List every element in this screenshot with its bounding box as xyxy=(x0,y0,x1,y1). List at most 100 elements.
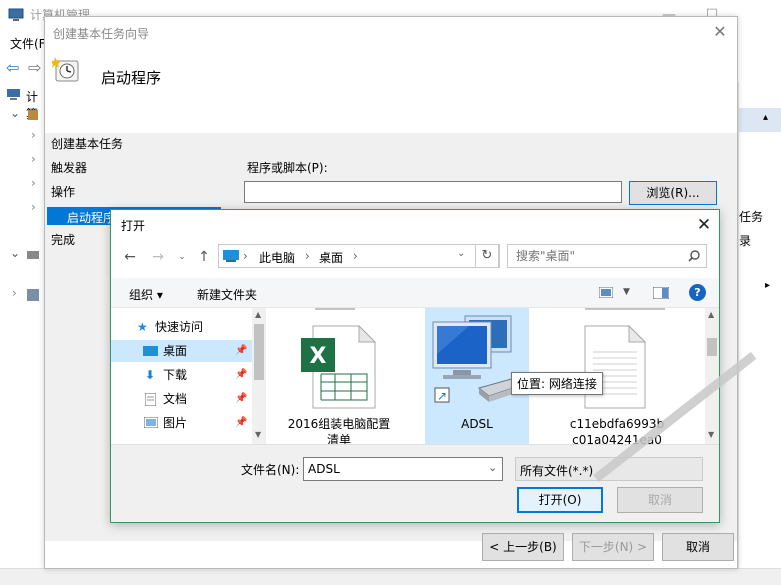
file-item-excel[interactable]: X 2016组装电脑配置清单 xyxy=(287,308,391,444)
chevron-down-icon[interactable]: ⌄ xyxy=(10,106,20,120)
wizard-step-create[interactable]: 创建基本任务 xyxy=(51,135,123,152)
desktop-icon xyxy=(143,346,158,356)
close-icon[interactable]: ✕ xyxy=(707,21,733,43)
address-dropdown-icon[interactable]: ⌄ xyxy=(457,248,465,259)
bg-action-item[interactable]: 任务 xyxy=(739,208,763,225)
wizard-step-action[interactable]: 操作 xyxy=(51,183,75,200)
wizard-page-title: 启动程序 xyxy=(101,69,162,87)
services-icon xyxy=(27,289,39,301)
organize-button[interactable]: 组织 ▾ xyxy=(129,286,163,303)
document-icon xyxy=(145,393,156,406)
nav-desktop[interactable]: 桌面 📌 xyxy=(111,340,252,362)
bg-actions-pane: 任务 录 ▸ xyxy=(738,82,781,585)
search-box[interactable] xyxy=(507,244,707,268)
navigation-pane: ★ 快速访问 桌面 📌 ⬇ 下载 📌 文档 📌 图片 📌 xyxy=(111,308,266,444)
back-arrow-icon[interactable]: ← xyxy=(121,248,139,266)
nav-item-label: 文档 xyxy=(163,392,188,406)
dialog-cancel-button[interactable]: 取消 xyxy=(617,487,703,513)
back-arrow-icon[interactable]: ⇦ xyxy=(6,58,19,77)
pin-icon[interactable]: 📌 xyxy=(235,388,247,410)
chevron-right-icon[interactable]: › xyxy=(12,286,17,300)
computer-management-icon xyxy=(8,8,24,21)
wizard-title-bar: 创建基本任务向导 ✕ xyxy=(45,17,737,47)
file-list: X 2016组装电脑配置清单 ↗ ADSL c11ebdfa6993bc01a0… xyxy=(267,308,719,444)
chevron-right-icon[interactable]: › xyxy=(31,152,36,166)
browse-button[interactable]: 浏览(R)... xyxy=(629,181,717,205)
nav-downloads[interactable]: ⬇ 下载 📌 xyxy=(111,364,252,386)
chevron-down-icon[interactable]: ⌄ xyxy=(488,461,497,474)
svg-text:↗: ↗ xyxy=(437,389,447,403)
chevron-right-icon[interactable]: › xyxy=(31,200,36,214)
nav-item-label: 快速访问 xyxy=(155,320,204,334)
cancel-button[interactable]: 取消 xyxy=(662,533,734,561)
scroll-up-icon[interactable]: ▲ xyxy=(708,310,714,319)
address-bar[interactable]: › 此电脑 › 桌面 › ⌄ xyxy=(218,244,500,268)
help-icon[interactable]: ? xyxy=(689,284,706,301)
wizard-step-finish[interactable]: 完成 xyxy=(51,231,75,248)
chevron-down-icon[interactable]: ⌄ xyxy=(10,246,20,260)
new-folder-button[interactable]: 新建文件夹 xyxy=(197,286,257,303)
bg-statusbar xyxy=(0,568,781,585)
search-input[interactable] xyxy=(514,247,674,265)
svg-text:X: X xyxy=(310,344,327,369)
nav-item-label: 图片 xyxy=(163,416,188,430)
program-script-input[interactable] xyxy=(244,181,622,203)
filename-value[interactable]: ADSL xyxy=(308,462,340,476)
scroll-thumb[interactable] xyxy=(254,324,264,380)
file-name: ADSL xyxy=(461,417,493,431)
nav-item-label: 桌面 xyxy=(163,344,188,358)
scroll-up-icon[interactable]: ▲ xyxy=(255,310,261,319)
preview-pane-icon[interactable] xyxy=(653,287,669,299)
change-view-icon[interactable] xyxy=(599,287,613,298)
nav-quick-access[interactable]: ★ 快速访问 xyxy=(111,316,252,338)
next-button[interactable]: 下一步(N) > xyxy=(572,533,654,561)
open-file-dialog: 打开 ✕ ← → ⌄ ↑ › 此电脑 › 桌面 › ⌄ ↻ 组织 ▾ 新建文件夹… xyxy=(110,209,720,523)
tools-icon xyxy=(28,110,38,120)
menu-file[interactable]: 文件(F xyxy=(10,35,46,52)
star-icon: ★ xyxy=(137,320,148,334)
recent-locations-icon[interactable]: ⌄ xyxy=(173,248,191,266)
wizard-step-label: 启动程序 xyxy=(67,211,116,225)
pin-icon[interactable]: 📌 xyxy=(235,340,247,362)
breadcrumb-separator: › xyxy=(353,249,358,263)
nav-documents[interactable]: 文档 📌 xyxy=(111,388,252,410)
file-type-value: 所有文件(*.*) xyxy=(520,464,594,478)
chevron-right-icon[interactable]: › xyxy=(31,128,36,142)
excel-file-icon: X xyxy=(301,324,377,409)
scheduled-task-icon xyxy=(52,57,79,82)
open-button[interactable]: 打开(O) xyxy=(517,487,603,513)
search-icon[interactable] xyxy=(688,250,700,262)
nav-pictures[interactable]: 图片 📌 xyxy=(111,412,252,434)
pc-icon xyxy=(223,250,239,262)
filename-label: 文件名(N): xyxy=(241,463,300,477)
pin-icon[interactable]: 📌 xyxy=(235,364,247,386)
refresh-icon[interactable]: ↻ xyxy=(475,244,499,268)
scroll-down-icon[interactable]: ▼ xyxy=(708,430,714,439)
pin-icon[interactable]: 📌 xyxy=(235,412,247,434)
files-scrollbar[interactable]: ▲ ▼ xyxy=(705,308,719,444)
forward-arrow-icon[interactable]: → xyxy=(149,248,167,266)
forward-arrow-icon[interactable]: ⇨ xyxy=(28,58,41,77)
filename-combobox[interactable]: ADSL ⌄ xyxy=(303,457,503,481)
expand-icon[interactable]: ▸ xyxy=(765,280,770,291)
dialog-title: 打开 xyxy=(121,219,146,233)
scroll-down-icon[interactable]: ▼ xyxy=(255,430,261,439)
close-icon[interactable]: ✕ xyxy=(691,213,717,237)
bg-action-item[interactable]: 录 xyxy=(739,232,751,249)
location-tooltip: 位置: 网络连接 xyxy=(511,372,603,395)
download-icon: ⬇ xyxy=(145,368,156,382)
bg-tree-pane: 计算 ⌄ › › › › ⌄ › xyxy=(0,82,44,585)
breadcrumb-this-pc[interactable]: 此电脑 xyxy=(259,249,295,266)
dialog-command-bar: 组织 ▾ 新建文件夹 ▼ ? xyxy=(111,278,719,308)
nav-scrollbar[interactable]: ▲ ▼ xyxy=(252,308,266,444)
view-dropdown-icon[interactable]: ▼ xyxy=(623,287,630,297)
breadcrumb-separator: › xyxy=(305,249,310,263)
up-arrow-icon[interactable]: ↑ xyxy=(195,248,213,266)
file-name: 2016组装电脑配置清单 xyxy=(287,417,391,444)
back-button[interactable]: < 上一步(B) xyxy=(482,533,564,561)
chevron-right-icon[interactable]: › xyxy=(31,176,36,190)
breadcrumb-desktop[interactable]: 桌面 xyxy=(319,249,343,266)
program-script-label: 程序或脚本(P): xyxy=(247,161,328,175)
wizard-step-trigger[interactable]: 触发器 xyxy=(51,159,87,176)
scroll-thumb[interactable] xyxy=(707,338,717,356)
